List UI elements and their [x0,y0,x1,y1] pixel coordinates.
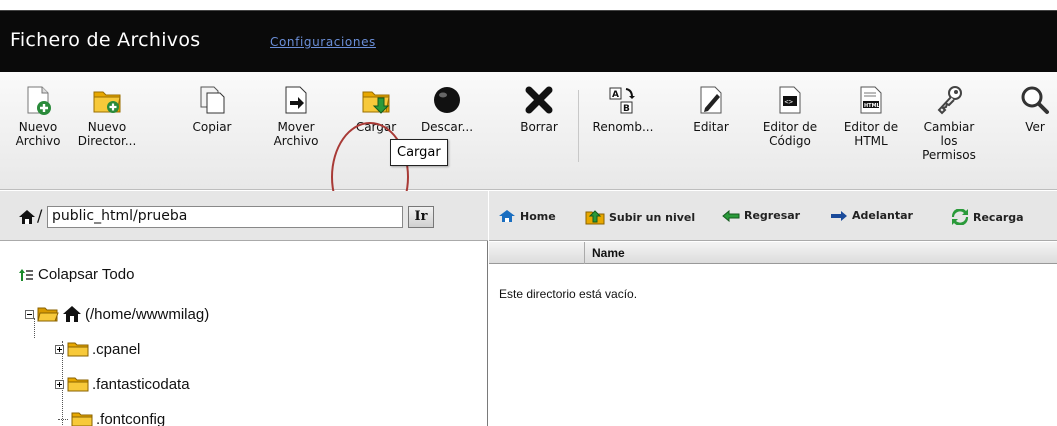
up-one-level-button[interactable]: Subir un nivel [585,209,695,225]
view-icon [1021,86,1049,114]
folder-icon [67,377,89,392]
new-folder-icon [93,91,121,113]
view-button[interactable]: Ver [1005,84,1057,134]
folder-label: .fantasticodata [92,375,190,393]
collapse-toggle-icon[interactable] [25,309,34,319]
move-file-icon [285,86,307,114]
arrow-left-icon [722,209,740,222]
reload-label: Recarga [973,210,1024,224]
download-button[interactable]: Descar... [412,84,482,134]
forward-button[interactable]: Adelantar [830,209,913,222]
forward-label: Adelantar [852,209,913,222]
go-button[interactable]: Ir [408,206,434,228]
tree-folder-item[interactable]: .fontconfig [58,409,165,426]
toolbar: Nuevo Archivo Nuevo Director... Copiar M… [0,72,1057,232]
expand-toggle-icon[interactable] [55,379,64,389]
tree-folder-item[interactable]: .cpanel [55,339,140,359]
folder-label: .cpanel [92,340,141,358]
view-label: Ver [1025,120,1045,134]
navigation-bar: Home Subir un nivel Regresar Adelantar R… [489,191,1057,241]
copy-icon [200,86,225,114]
code-editor-button[interactable]: <> Editor de Código [752,84,828,148]
svg-text:HTML: HTML [864,103,881,109]
open-folder-icon [37,307,59,322]
new-folder-button[interactable]: Nuevo Director... [67,84,147,148]
back-button[interactable]: Regresar [722,209,800,222]
code-editor-label: Editor de Código [762,120,818,148]
path-bar: / public_html/prueba Ir [0,191,488,241]
rename-label: Renomb... [592,120,654,134]
change-permissions-button[interactable]: Cambiar los Permisos [914,84,984,162]
move-file-label: Mover Archivo [273,120,319,148]
tree-folder-item[interactable]: .fantasticodata [55,374,190,394]
delete-label: Borrar [520,120,558,134]
arrow-right-icon [831,210,847,221]
directory-tree-panel: / public_html/prueba Ir Colapsar Todo (/ [0,191,488,426]
copy-button[interactable]: Copiar [177,84,247,134]
code-editor-icon: <> [779,86,801,114]
rename-icon: A B [609,87,635,114]
upload-label: Cargar [355,120,397,134]
up-folder-icon [585,210,605,225]
home-icon [63,306,81,322]
rename-button[interactable]: A B Renomb... [588,84,658,134]
upload-tooltip: Cargar [390,139,448,166]
folder-label: .fontconfig [96,410,166,426]
path-separator: / [37,206,43,225]
svg-text:B: B [623,104,630,114]
permissions-icon [937,86,962,115]
home-icon[interactable] [17,209,37,225]
delete-button[interactable]: Borrar [504,84,574,134]
new-folder-label: Nuevo Director... [77,120,137,148]
html-editor-icon: HTML [860,86,882,114]
home-nav-label: Home [520,209,556,223]
download-label: Descar... [420,120,474,134]
html-editor-button[interactable]: HTML Editor de HTML [833,84,909,148]
tree-root[interactable]: (/home/wwwmilag) [25,304,209,324]
html-editor-label: Editor de HTML [843,120,899,148]
path-input[interactable]: public_html/prueba [47,206,403,228]
file-manager-window: Fichero de Archivos Configuraciones Nuev… [0,0,1057,426]
delete-icon [525,86,553,114]
file-list-header: Name [489,242,1057,264]
up-one-level-label: Subir un nivel [609,210,696,224]
collapse-all-link[interactable]: Colapsar Todo [18,266,134,283]
folder-icon [67,342,89,357]
change-permissions-label: Cambiar los Permisos [922,120,976,162]
edit-label: Editar [693,120,729,134]
reload-icon [951,209,969,225]
new-file-label: Nuevo Archivo [15,120,61,148]
title-bar: Fichero de Archivos Configuraciones [0,10,1057,72]
reload-button[interactable]: Recarga [951,209,1024,225]
back-label: Regresar [744,209,801,222]
home-icon [499,210,515,222]
folder-icon [71,412,93,426]
edit-button[interactable]: Editar [676,84,746,134]
svg-text:<>: <> [785,98,793,106]
app-title: Fichero de Archivos [10,29,201,51]
expand-toggle-icon[interactable] [55,344,64,354]
settings-link[interactable]: Configuraciones [270,35,376,49]
upload-icon [362,91,390,114]
name-column-header[interactable]: Name [592,246,625,260]
toolbar-separator [578,90,579,162]
new-file-icon [27,86,51,115]
collapse-all-label: Colapsar Todo [38,266,135,283]
copy-label: Copiar [192,120,232,134]
svg-text:A: A [612,90,619,100]
select-column-header [489,242,585,264]
empty-directory-message: Este directorio está vacío. [499,287,638,301]
collapse-all-icon [19,268,33,281]
home-nav-button[interactable]: Home [498,209,556,223]
download-icon [434,87,460,113]
new-file-button[interactable]: Nuevo Archivo [3,84,73,148]
edit-icon [700,86,722,114]
file-list-panel: Home Subir un nivel Regresar Adelantar R… [489,191,1057,426]
tree-root-label: (/home/wwwmilag) [85,305,210,323]
upload-button[interactable]: Cargar [341,84,411,134]
move-file-button[interactable]: Mover Archivo [261,84,331,148]
tree-connector [58,418,68,420]
